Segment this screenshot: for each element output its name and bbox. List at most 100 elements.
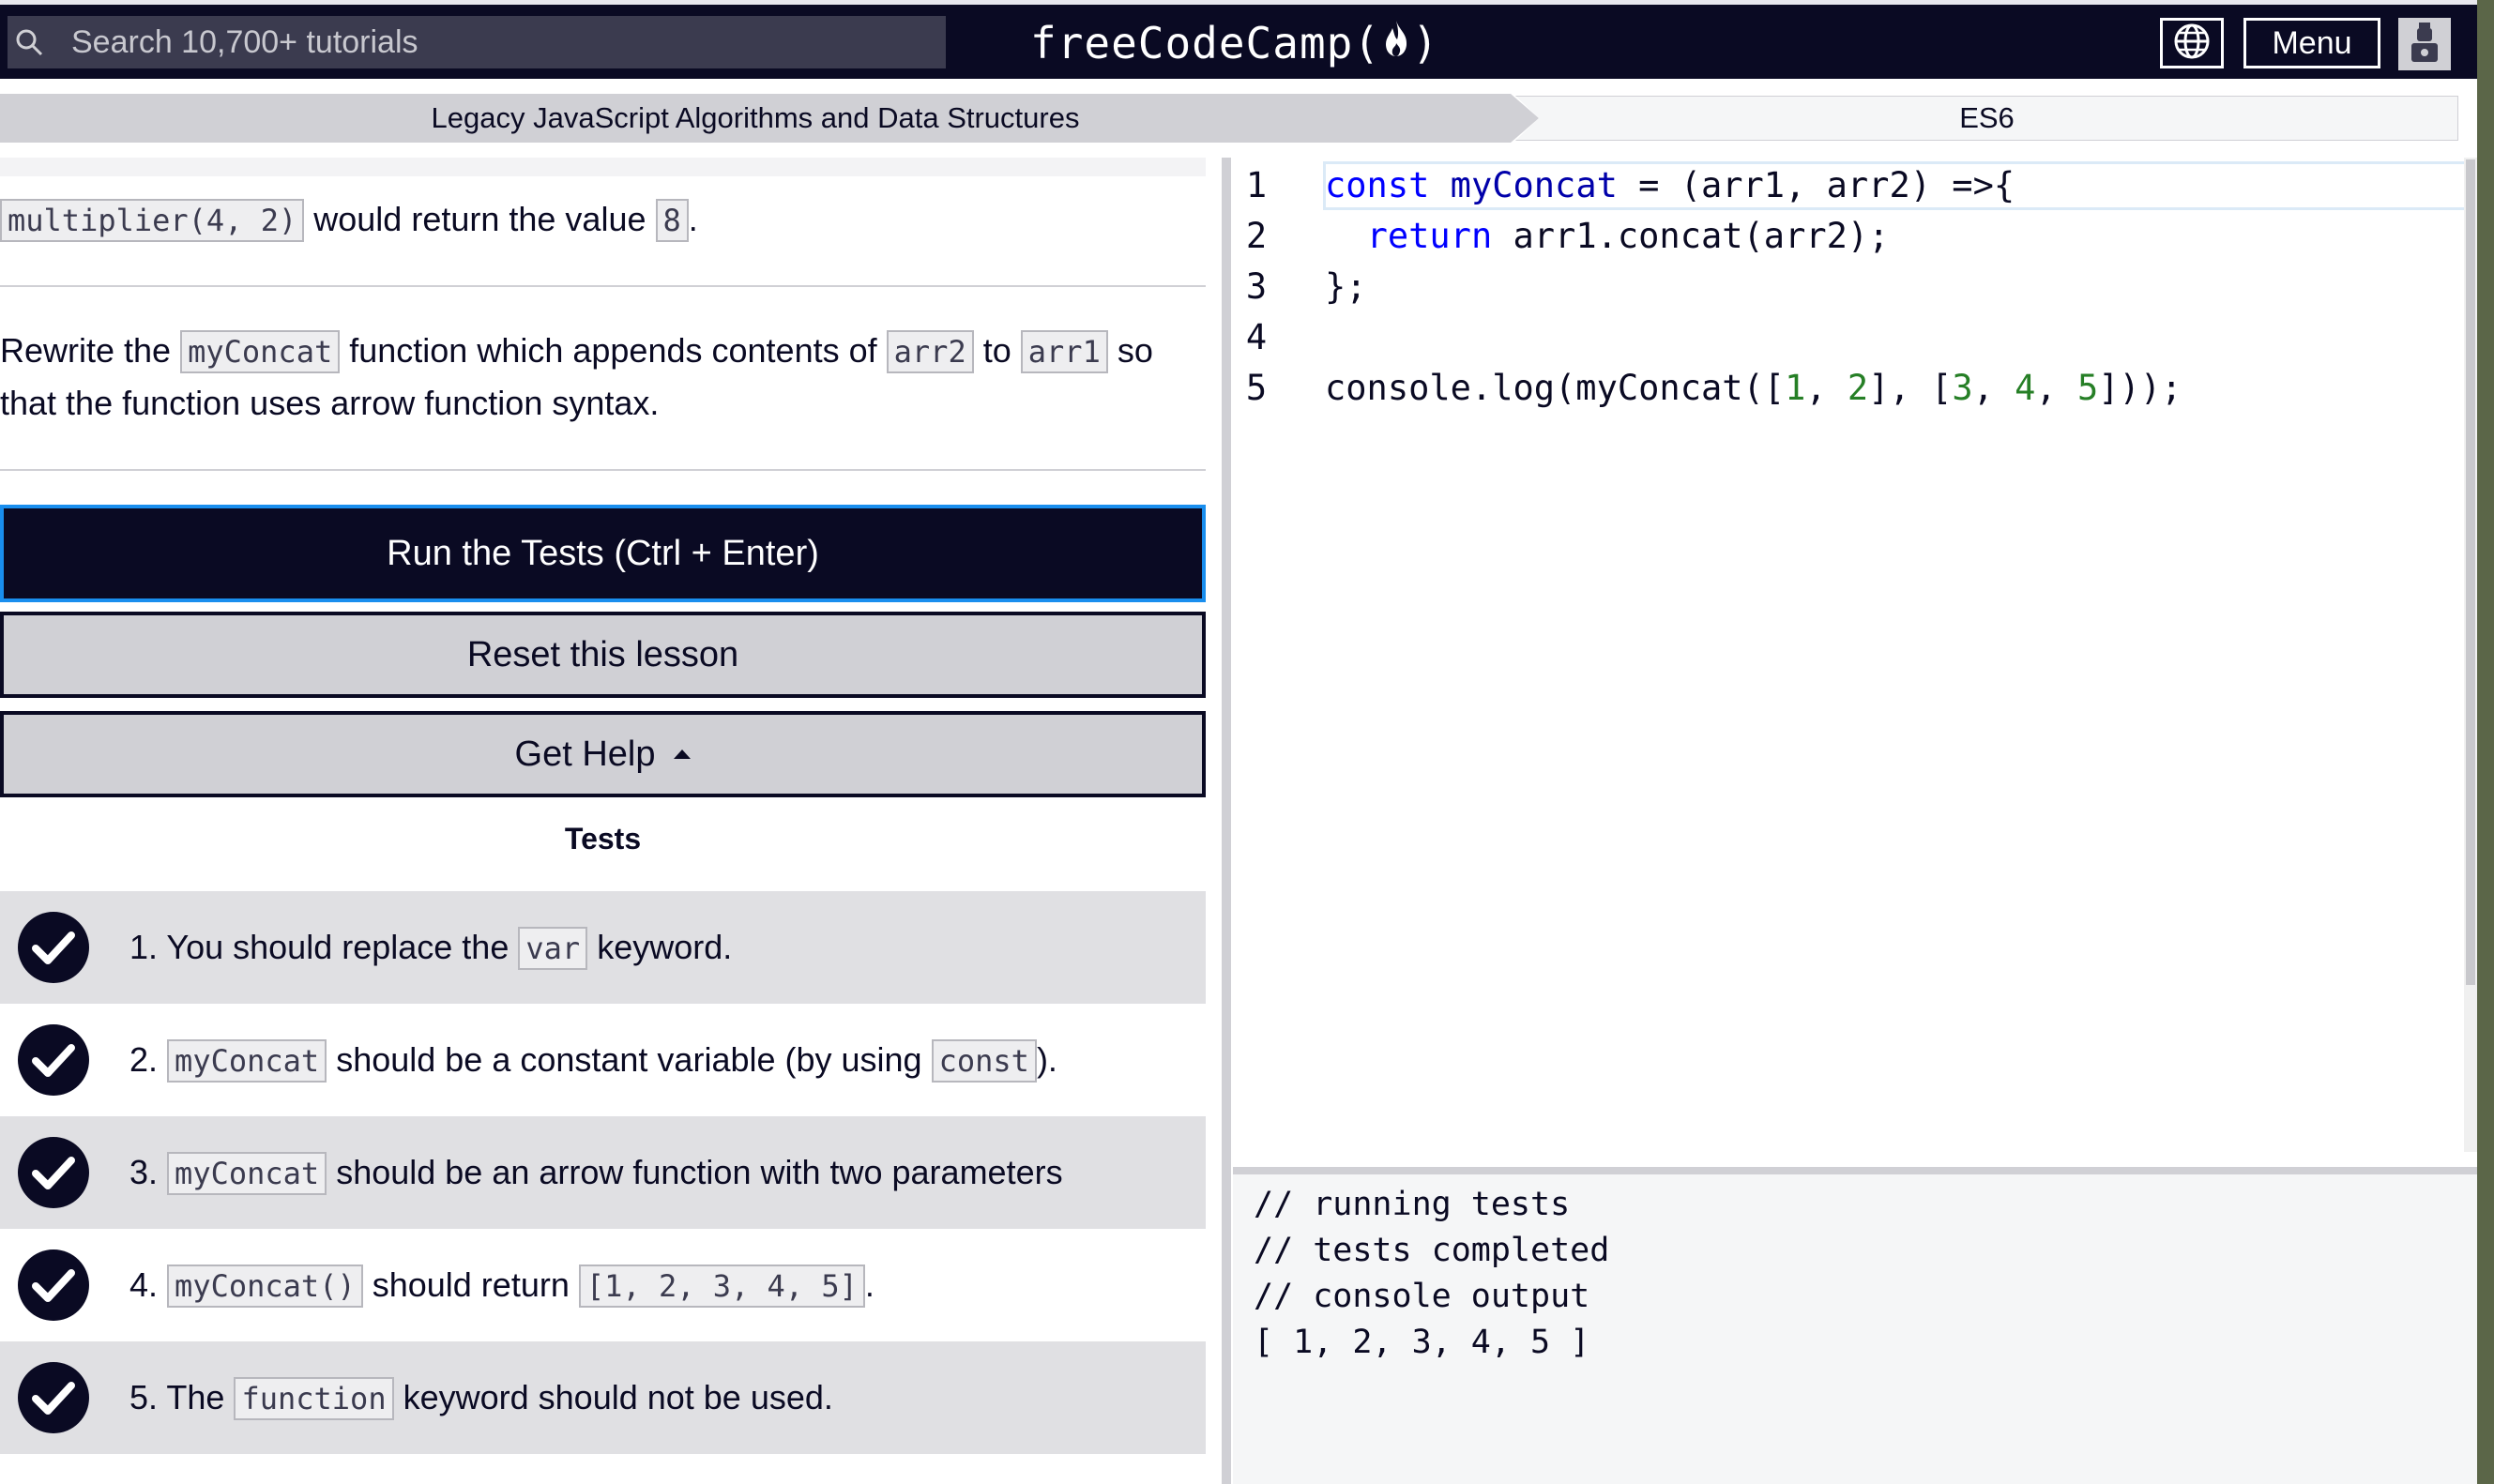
inline-code: arr1 bbox=[1020, 330, 1108, 373]
line-content: console.log(myConcat([1, 2], [3, 4, 5]))… bbox=[1325, 364, 2182, 413]
number-token: 4 bbox=[2015, 368, 2036, 408]
check-icon bbox=[18, 1362, 89, 1433]
console-line: [ 1, 2, 3, 4, 5 ] bbox=[1254, 1324, 1590, 1361]
test-number: 4. bbox=[129, 1265, 159, 1304]
freecodecamp-logo[interactable]: freeCodeCamp( ) bbox=[1030, 10, 1439, 76]
console-line: // running tests bbox=[1254, 1186, 1571, 1223]
inline-code: myConcat bbox=[167, 1152, 327, 1195]
test-number: 5. bbox=[129, 1378, 159, 1416]
test-text-part: should be an arrow function with two par… bbox=[336, 1153, 1063, 1191]
test-text-part: You should replace the bbox=[166, 928, 509, 966]
search-input[interactable] bbox=[51, 15, 946, 69]
test-text-part: The bbox=[166, 1378, 225, 1416]
instructions-panel: multiplier(4, 2) would return the value … bbox=[0, 158, 1210, 1484]
line-content: return arr1.concat(arr2); bbox=[1325, 212, 1890, 261]
console-line: // tests completed bbox=[1254, 1232, 1610, 1269]
test-number: 3. bbox=[129, 1153, 159, 1191]
avatar-icon bbox=[2406, 21, 2443, 68]
keyword-token: const bbox=[1325, 165, 1430, 205]
check-icon bbox=[18, 1249, 89, 1321]
tests-heading: Tests bbox=[564, 822, 642, 856]
number-token: 5 bbox=[2077, 368, 2099, 408]
plain-token: , bbox=[1972, 368, 2015, 408]
test-text-part: keyword. bbox=[597, 928, 733, 966]
inline-code: multiplier(4, 2) bbox=[0, 199, 305, 242]
number-token: 1 bbox=[1785, 368, 1806, 408]
get-help-button[interactable]: Get Help bbox=[0, 711, 1206, 797]
test-text: 5. The function keyword should not be us… bbox=[129, 1377, 833, 1420]
test-item: 3. myConcat should be an arrow function … bbox=[0, 1116, 1206, 1229]
example-paragraph: multiplier(4, 2) would return the value … bbox=[0, 193, 698, 247]
reset-lesson-button[interactable]: Reset this lesson bbox=[0, 612, 1206, 698]
menu-button[interactable]: Menu bbox=[2243, 18, 2380, 68]
caret-up-icon bbox=[674, 750, 692, 759]
line-number: 5 bbox=[1245, 368, 1268, 408]
inline-code: 8 bbox=[655, 199, 689, 242]
paragraph-text: . bbox=[688, 200, 698, 238]
pane-resize-handle[interactable] bbox=[1222, 158, 1231, 1484]
breadcrumb-superblock[interactable]: Legacy JavaScript Algorithms and Data St… bbox=[0, 94, 1539, 143]
paragraph-text: to bbox=[982, 331, 1011, 370]
paragraph-text: so bbox=[1117, 331, 1153, 370]
editor-scroll-thumb[interactable] bbox=[2466, 159, 2475, 985]
test-text: 2. myConcat should be a constant variabl… bbox=[129, 1039, 1057, 1083]
editor-console-resize-handle[interactable] bbox=[1233, 1167, 2477, 1174]
plain-token: ], [ bbox=[1868, 368, 1953, 408]
task-paragraph-line-2: that the function uses arrow function sy… bbox=[0, 384, 660, 422]
test-number: 2. bbox=[129, 1040, 159, 1079]
code-line: 4 bbox=[1233, 313, 2477, 364]
plain-token: , bbox=[2035, 368, 2077, 408]
breadcrumb-block[interactable]: ES6 bbox=[1515, 96, 2458, 141]
search-box[interactable] bbox=[8, 15, 946, 69]
check-icon bbox=[18, 1137, 89, 1208]
inline-code: myConcat bbox=[167, 1039, 327, 1083]
console-line: // console output bbox=[1254, 1278, 1590, 1315]
paragraph-text: Rewrite the bbox=[0, 331, 172, 370]
test-text: 4. myConcat() should return [1, 2, 3, 4,… bbox=[129, 1264, 874, 1308]
check-icon bbox=[18, 1024, 89, 1096]
avatar[interactable] bbox=[2398, 18, 2451, 70]
inline-code: const bbox=[931, 1039, 1037, 1083]
globe-icon bbox=[2173, 23, 2211, 65]
plain-token: console.log(myConcat([ bbox=[1325, 368, 1786, 408]
get-help-label: Get Help bbox=[514, 734, 656, 774]
line-number: 1 bbox=[1245, 165, 1268, 205]
line-content: }; bbox=[1325, 266, 1367, 307]
test-item: 5. The function keyword should not be us… bbox=[0, 1341, 1206, 1454]
inline-code: myConcat() bbox=[167, 1264, 363, 1308]
task-paragraph-line-1: Rewrite the myConcat function which appe… bbox=[0, 325, 1153, 378]
test-number: 1. bbox=[129, 928, 159, 966]
inline-code: var bbox=[518, 927, 588, 970]
number-token: 2 bbox=[1847, 368, 1869, 408]
plain-token: = (arr1, arr2) =>{ bbox=[1617, 165, 2015, 205]
identifier-token: myConcat bbox=[1429, 165, 1618, 205]
plain-token: arr1.concat(arr2); bbox=[1492, 216, 1890, 256]
run-tests-button[interactable]: Run the Tests (Ctrl + Enter) bbox=[0, 505, 1206, 602]
paragraph-text: function which appends contents of bbox=[349, 331, 877, 370]
plain-token: , bbox=[1805, 368, 1848, 408]
inline-code: [1, 2, 3, 4, 5] bbox=[578, 1264, 865, 1308]
paragraph-text: would return the value bbox=[313, 200, 646, 238]
breadcrumb: Legacy JavaScript Algorithms and Data St… bbox=[0, 94, 2464, 143]
background-window-edge bbox=[2477, 0, 2494, 1484]
test-text: 1. You should replace the var keyword. bbox=[129, 927, 733, 970]
logo-text-start: freeCodeCamp( bbox=[1030, 18, 1381, 68]
code-line: 1 const myConcat = (arr1, arr2) =>{ bbox=[1233, 161, 2477, 212]
code-editor[interactable]: 1 const myConcat = (arr1, arr2) =>{ 2 re… bbox=[1233, 158, 2477, 1165]
test-text: 3. myConcat should be an arrow function … bbox=[129, 1152, 1063, 1195]
flame-icon bbox=[1382, 18, 1410, 68]
keyword-token: return bbox=[1366, 216, 1493, 256]
test-item: 4. myConcat() should return [1, 2, 3, 4,… bbox=[0, 1229, 1206, 1341]
language-button[interactable] bbox=[2160, 18, 2224, 68]
inline-code: myConcat bbox=[180, 330, 341, 373]
line-number: 2 bbox=[1245, 216, 1268, 256]
test-text-part: keyword should not be used. bbox=[403, 1378, 833, 1416]
number-token: 3 bbox=[1952, 368, 1973, 408]
test-item: 1. You should replace the var keyword. bbox=[0, 891, 1206, 1004]
editor-scrollbar[interactable] bbox=[2464, 158, 2477, 1152]
inline-code: arr2 bbox=[886, 330, 974, 373]
inline-code: function bbox=[234, 1377, 394, 1420]
top-navbar: freeCodeCamp( ) Menu bbox=[0, 0, 2477, 79]
test-text-part: should be a constant variable (by using bbox=[336, 1040, 922, 1079]
line-number: 4 bbox=[1245, 317, 1268, 357]
